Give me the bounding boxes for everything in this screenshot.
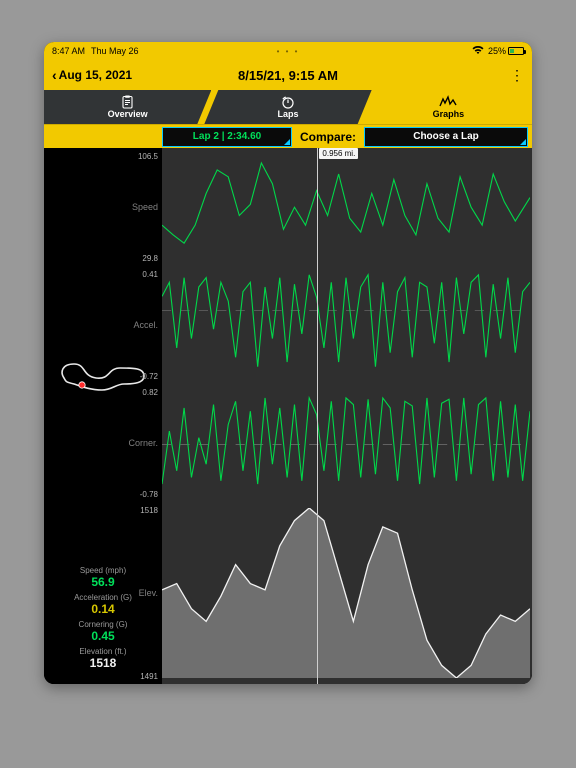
tab-graphs[interactable]: Graphs <box>365 90 532 124</box>
back-button[interactable]: ‹ Aug 15, 2021 <box>52 67 132 83</box>
ytick-max: 1518 <box>128 506 158 515</box>
stat-speed: Speed (mph) 56.9 <box>54 566 152 589</box>
battery-icon <box>508 47 524 55</box>
graph-icon <box>439 95 457 109</box>
filter-bar: Lap 2 | 2:34.60 Compare: Choose a Lap <box>44 124 532 148</box>
tab-label: Laps <box>277 109 298 119</box>
ytick-max: 0.41 <box>128 270 158 279</box>
scrub-cursor[interactable] <box>317 148 318 684</box>
lap-select-value: Lap 2 | 2:34.60 <box>193 131 261 142</box>
ytick-max: 0.82 <box>128 388 158 397</box>
chart-ylabel: Speed <box>128 202 158 212</box>
stat-elevation: Elevation (ft.) 1518 <box>54 647 152 670</box>
live-stats: Speed (mph) 56.9 Acceleration (G) 0.14 C… <box>44 566 162 674</box>
more-menu-button[interactable]: ⋮ <box>510 67 524 84</box>
chart-elevation: Elev. 1518 1491 <box>162 502 530 684</box>
cursor-distance-label: 0.956 mi. <box>319 148 358 159</box>
compare-label: Compare: <box>296 130 360 144</box>
dropdown-icon <box>284 139 290 145</box>
stat-cornering: Cornering (G) 0.45 <box>54 620 152 643</box>
compare-select[interactable]: Choose a Lap <box>364 127 528 147</box>
stopwatch-icon <box>280 95 296 109</box>
multitask-dots-icon: • • • <box>44 47 532 56</box>
tab-laps[interactable]: Laps <box>204 90 371 124</box>
tab-overview[interactable]: Overview <box>44 90 211 124</box>
tab-label: Overview <box>108 109 148 119</box>
header-bar: ‹ Aug 15, 2021 8/15/21, 9:15 AM ⋮ <box>44 60 532 90</box>
ytick-max: 106.5 <box>128 152 158 161</box>
left-column: Speed (mph) 56.9 Acceleration (G) 0.14 C… <box>44 148 162 684</box>
ytick-min: 1491 <box>128 672 158 681</box>
clipboard-icon <box>121 95 134 109</box>
ytick-min: 29.8 <box>128 254 158 263</box>
chevron-left-icon: ‹ <box>52 67 57 83</box>
tab-bar: Overview Laps Graphs <box>44 90 532 124</box>
chart-speed: Speed 106.5 29.8 <box>162 148 530 266</box>
dropdown-icon <box>520 139 526 145</box>
chart-cornering: Corner. 0.82 -0.78 <box>162 384 530 502</box>
chart-accel: Accel. 0.41 -0.72 <box>162 266 530 384</box>
back-label: Aug 15, 2021 <box>59 68 132 82</box>
status-bar: 8:47 AM Thu May 26 • • • 25% <box>44 42 532 60</box>
ytick-min: -0.78 <box>128 490 158 499</box>
chart-ylabel: Elev. <box>128 588 158 598</box>
position-marker-icon <box>79 382 85 388</box>
tab-label: Graphs <box>433 109 465 119</box>
chart-ylabel: Corner. <box>128 438 158 448</box>
main-area: Speed (mph) 56.9 Acceleration (G) 0.14 C… <box>44 148 532 684</box>
ytick-min: -0.72 <box>128 372 158 381</box>
charts-panel[interactable]: 0.956 mi. Speed 106.5 29.8 Accel. 0.41 -… <box>162 148 532 684</box>
compare-select-value: Choose a Lap <box>413 131 479 142</box>
chart-ylabel: Accel. <box>128 320 158 330</box>
lap-select[interactable]: Lap 2 | 2:34.60 <box>162 127 292 147</box>
app-window: 8:47 AM Thu May 26 • • • 25% ‹ Aug 15, 2… <box>44 42 532 684</box>
